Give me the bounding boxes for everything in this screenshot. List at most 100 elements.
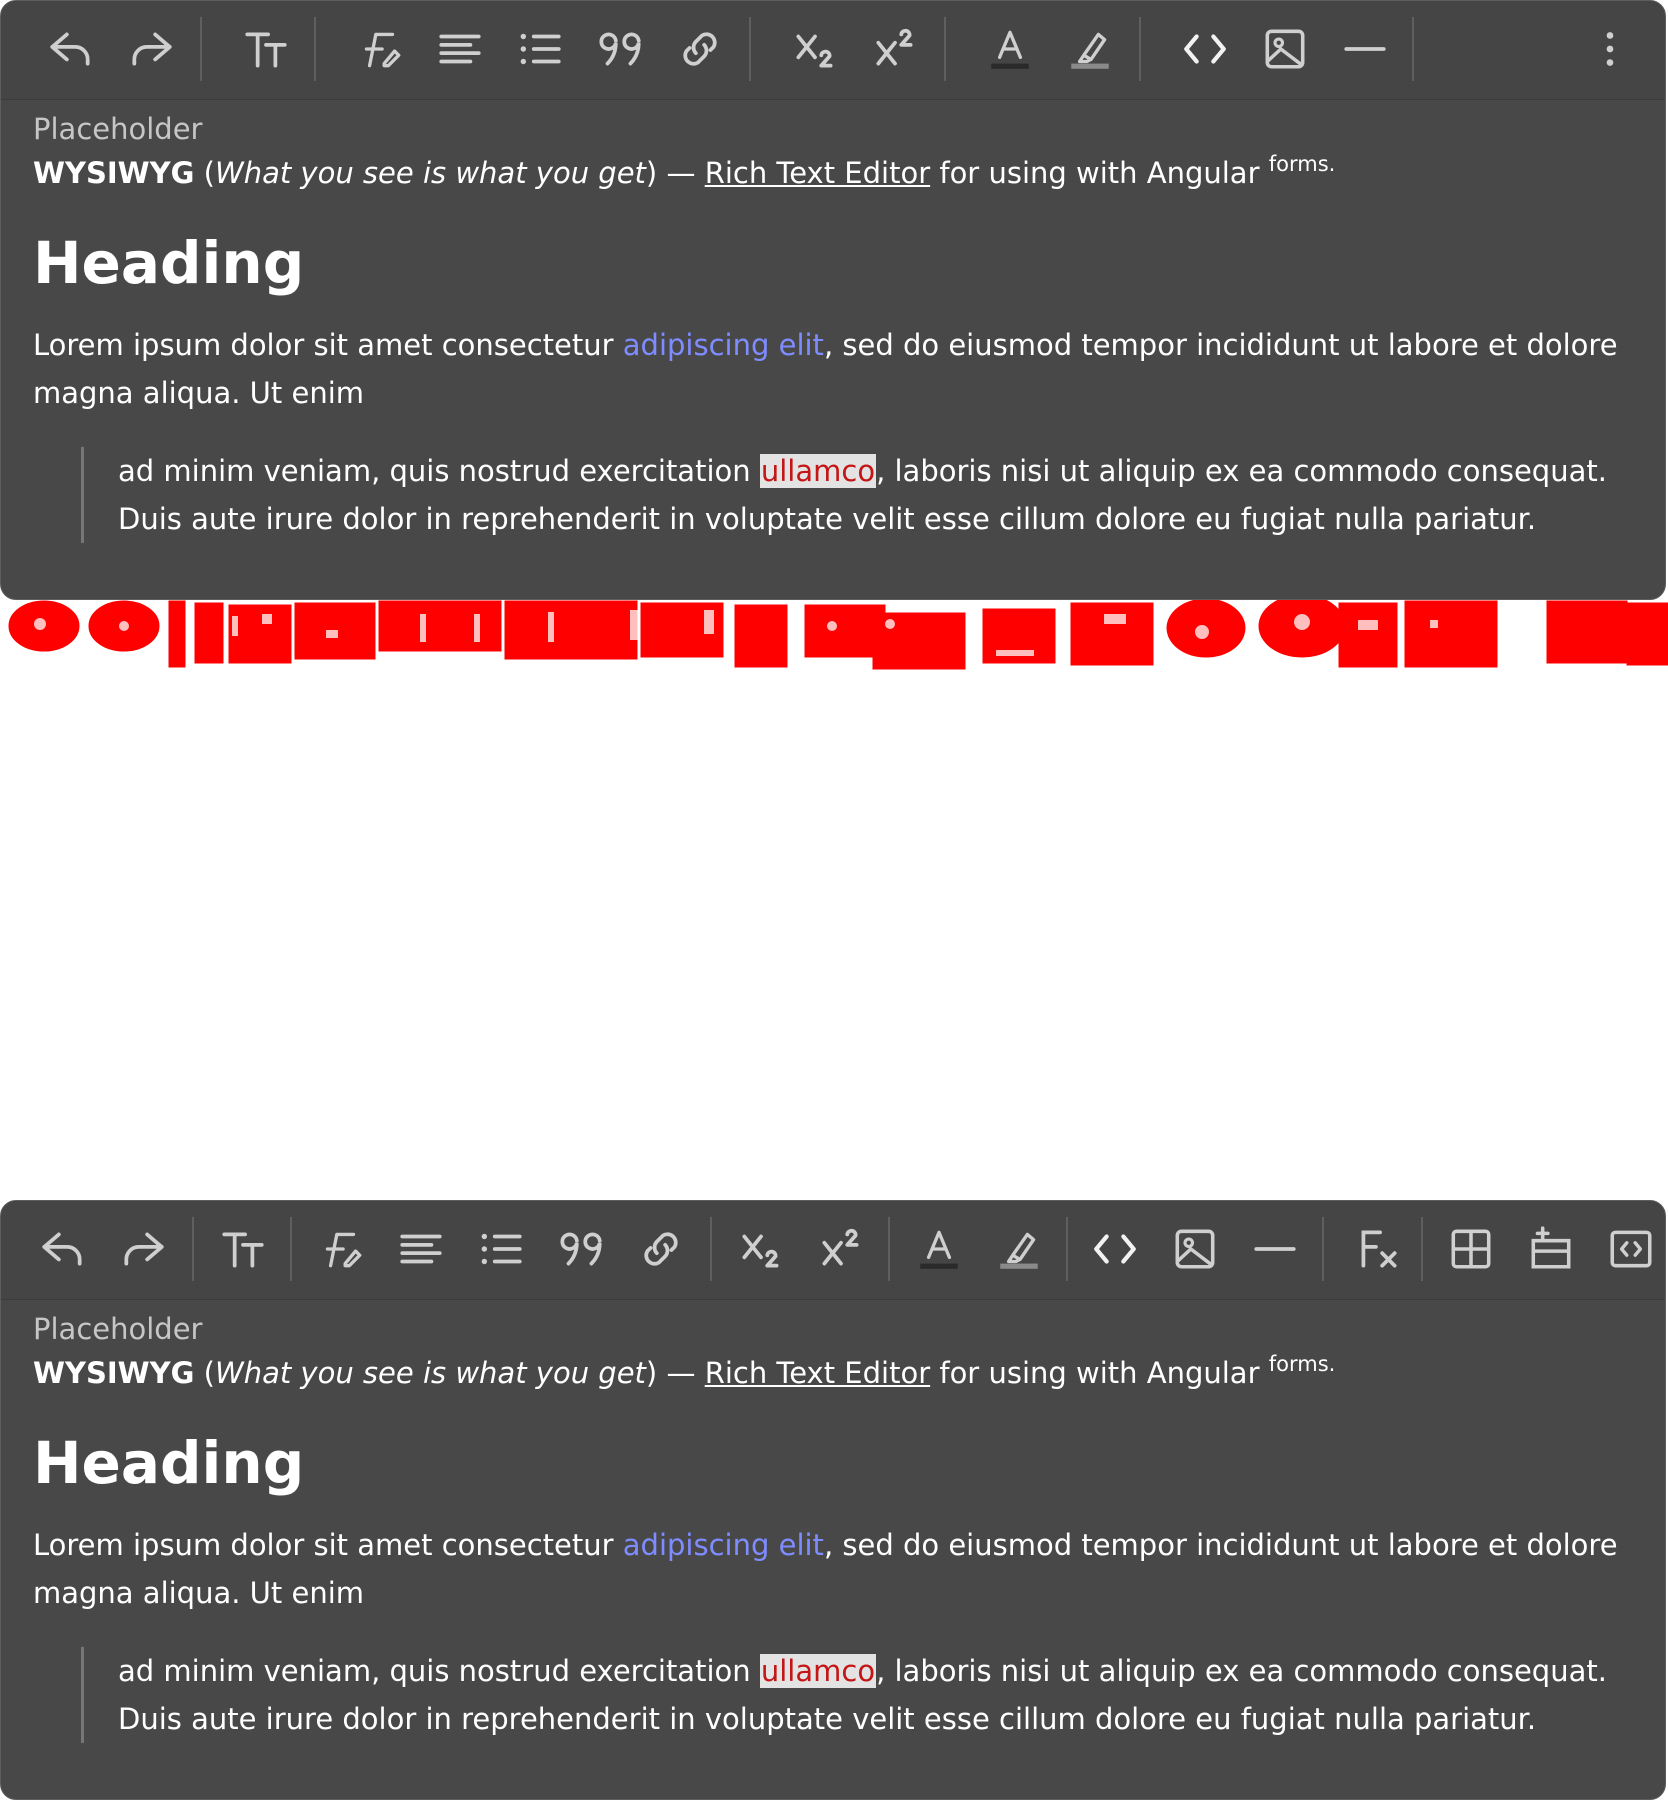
align-left-icon — [400, 1234, 442, 1264]
placeholder-text: Placeholder — [33, 112, 203, 146]
table-icon — [1451, 1229, 1491, 1269]
html-source-button[interactable] — [1599, 1215, 1663, 1283]
redo-button[interactable] — [119, 15, 183, 83]
undo-button[interactable] — [39, 15, 103, 83]
intro-bold: WYSIWYG — [33, 156, 195, 190]
more-vertical-icon — [1606, 32, 1614, 66]
table-button[interactable] — [1439, 1215, 1503, 1283]
clear-format-icon — [1361, 1230, 1397, 1268]
placeholder-text: Placeholder — [33, 1312, 203, 1346]
quote-text: ad minim veniam, quis nostrud exercitati… — [118, 1654, 760, 1688]
intro-italic: What you see is what you get — [215, 1356, 646, 1390]
text-style-button[interactable] — [309, 1215, 373, 1283]
toolbar-divider — [1139, 17, 1141, 81]
editor-top: Placeholder WYSIWYG (What you see is wha… — [0, 0, 1666, 600]
text-size-icon — [222, 1232, 264, 1268]
para-link[interactable]: adipiscing elit — [623, 1528, 824, 1562]
superscript-icon — [822, 1228, 859, 1266]
toolbar-divider — [944, 17, 946, 81]
heading: Heading — [33, 1429, 305, 1497]
code-button[interactable] — [1083, 1215, 1147, 1283]
clear-format-button[interactable] — [1346, 1215, 1410, 1283]
horizontal-rule-button[interactable] — [1333, 15, 1397, 83]
highlighted-word: ullamco — [759, 1654, 877, 1688]
toolbar-divider — [290, 1217, 292, 1281]
quote-button[interactable] — [549, 1215, 613, 1283]
subscript-button[interactable] — [729, 1215, 793, 1283]
font-color-button[interactable] — [978, 15, 1042, 83]
undo-button[interactable] — [31, 1215, 95, 1283]
toolbar-divider — [888, 1217, 890, 1281]
redo-icon — [124, 1232, 164, 1266]
text-style-button[interactable] — [348, 15, 412, 83]
code-icon — [1094, 1234, 1136, 1264]
list-button[interactable] — [508, 15, 572, 83]
quote-icon — [560, 1232, 602, 1266]
heading: Heading — [33, 229, 305, 297]
quote-button[interactable] — [588, 15, 652, 83]
quote-icon — [599, 32, 641, 66]
align-left-icon — [439, 34, 481, 64]
subscript-icon — [796, 34, 833, 68]
paragraph: Lorem ipsum dolor sit amet consectetur a… — [33, 321, 1633, 417]
more-button[interactable] — [1578, 15, 1642, 83]
toolbar-divider — [1066, 1217, 1068, 1281]
toolbar-divider — [710, 1217, 712, 1281]
intro-paren-open: ( — [194, 1356, 216, 1390]
highlighter-icon — [1071, 32, 1109, 69]
toolbar-divider — [192, 1217, 194, 1281]
toolbar-bottom — [1, 1201, 1665, 1300]
insert-row-button[interactable] — [1519, 1215, 1583, 1283]
superscript-button[interactable] — [863, 15, 927, 83]
toolbar-divider — [1421, 1217, 1423, 1281]
highlight-button[interactable] — [987, 1215, 1051, 1283]
paragraph: Lorem ipsum dolor sit amet consectetur a… — [33, 1521, 1633, 1617]
intro-line: WYSIWYG (What you see is what you get) —… — [33, 1351, 1633, 1399]
bullet-list-icon — [520, 33, 561, 65]
superscript-button[interactable] — [809, 1215, 873, 1283]
intro-paren-close: ) — — [645, 1356, 705, 1390]
text-style-icon — [325, 1232, 362, 1268]
quote-text: ad minim veniam, quis nostrud exercitati… — [118, 454, 760, 488]
toolbar-divider — [1412, 17, 1414, 81]
align-button[interactable] — [428, 15, 492, 83]
intro-line: WYSIWYG (What you see is what you get) —… — [33, 151, 1633, 199]
link-button[interactable] — [668, 15, 732, 83]
align-button[interactable] — [389, 1215, 453, 1283]
text-size-button[interactable] — [234, 15, 298, 83]
html-source-icon — [1610, 1230, 1652, 1268]
redo-button[interactable] — [111, 1215, 175, 1283]
image-button[interactable] — [1253, 15, 1317, 83]
redo-icon — [132, 32, 172, 66]
toolbar-top — [1, 1, 1665, 100]
code-button[interactable] — [1173, 15, 1237, 83]
horizontal-rule-icon — [1344, 47, 1386, 51]
intro-italic: What you see is what you get — [215, 156, 646, 190]
intro-superscript: forms. — [1268, 152, 1336, 176]
horizontal-rule-icon — [1254, 1247, 1296, 1251]
intro-rest: for using with Angular — [930, 156, 1269, 190]
intro-underline: Rich Text Editor — [704, 1356, 931, 1390]
image-button[interactable] — [1163, 1215, 1227, 1283]
link-button[interactable] — [629, 1215, 693, 1283]
editor-content[interactable]: Placeholder WYSIWYG (What you see is wha… — [33, 1309, 1633, 1743]
para-link[interactable]: adipiscing elit — [623, 328, 824, 362]
image-icon — [1265, 29, 1305, 69]
image-icon — [1175, 1229, 1215, 1269]
editor-content[interactable]: Placeholder WYSIWYG (What you see is wha… — [33, 109, 1633, 543]
subscript-button[interactable] — [783, 15, 847, 83]
text-size-button[interactable] — [211, 1215, 275, 1283]
horizontal-rule-button[interactable] — [1243, 1215, 1307, 1283]
highlight-button[interactable] — [1058, 15, 1122, 83]
link-icon — [644, 1232, 678, 1266]
blockquote: ad minim veniam, quis nostrud exercitati… — [81, 1647, 1633, 1743]
font-color-button[interactable] — [907, 1215, 971, 1283]
font-color-icon — [991, 30, 1029, 69]
text-size-icon — [245, 32, 287, 68]
undo-icon — [50, 32, 90, 66]
subscript-icon — [742, 1234, 779, 1268]
para-text: Lorem ipsum dolor sit amet consectetur — [33, 1528, 623, 1562]
font-color-icon — [920, 1230, 958, 1269]
list-button[interactable] — [469, 1215, 533, 1283]
toolbar-divider — [749, 17, 751, 81]
